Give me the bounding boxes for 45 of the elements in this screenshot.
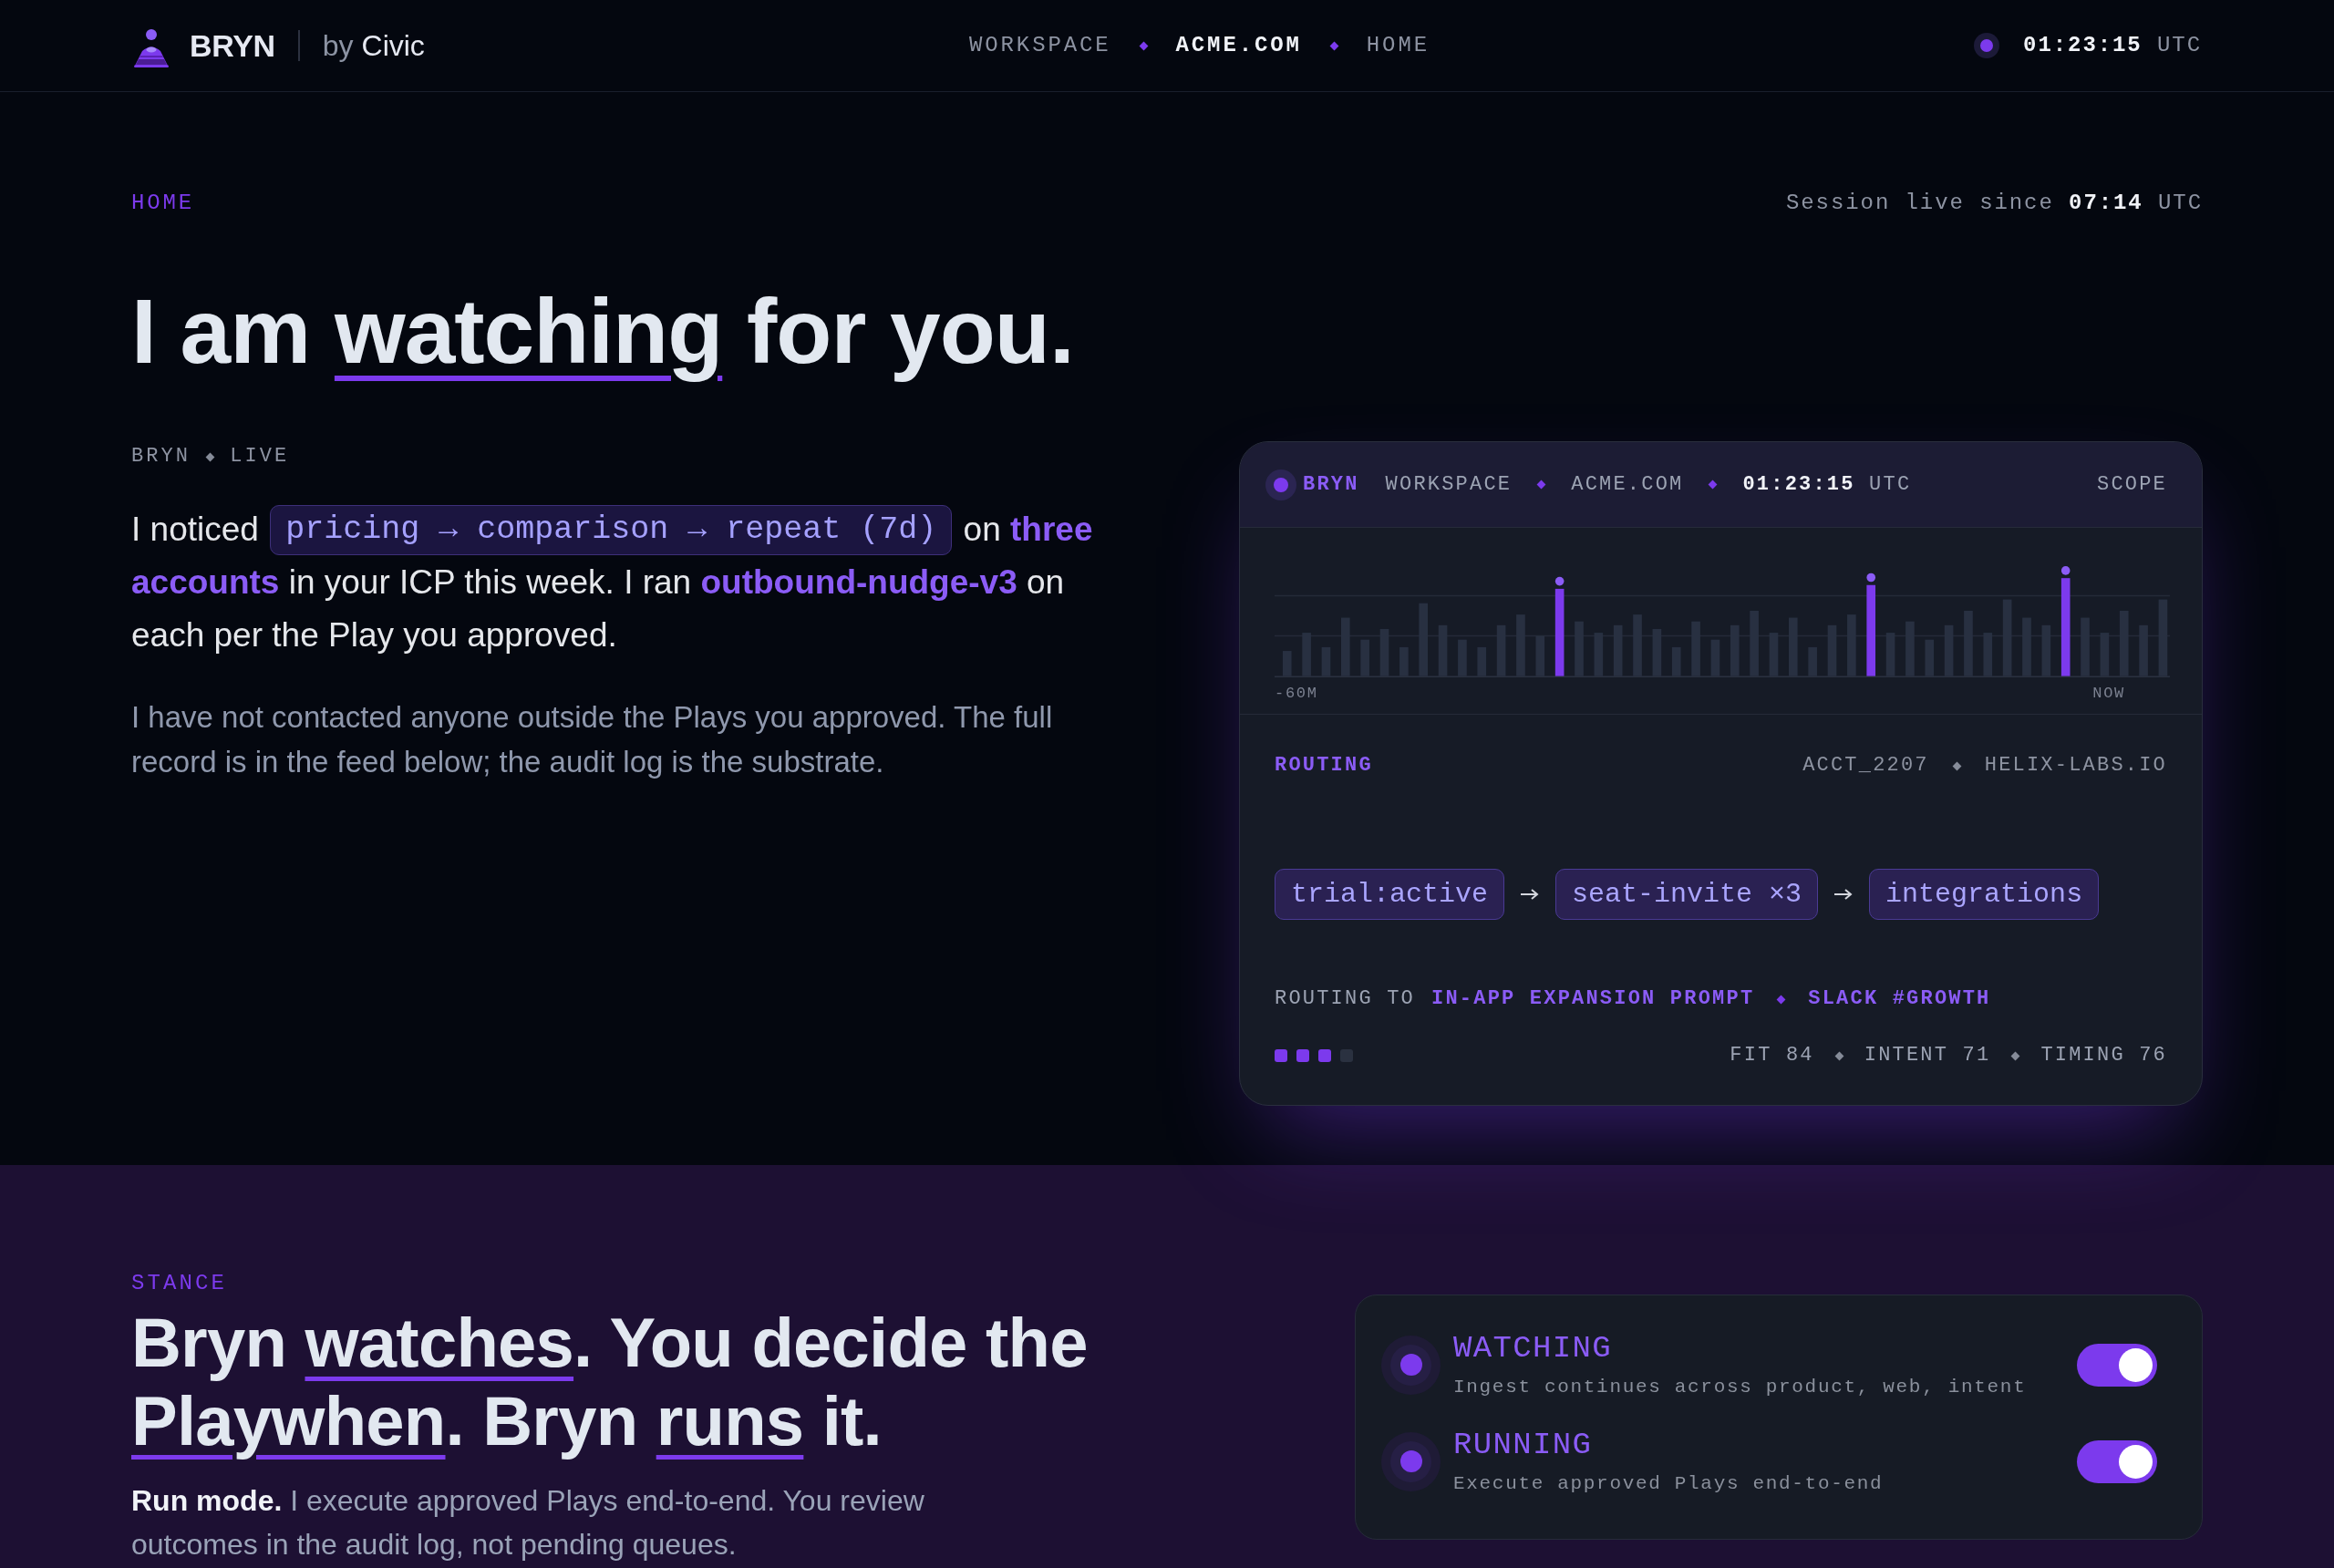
mode-title: WATCHING [1453,1330,1613,1367]
section-eyebrow: STANCE [131,1271,228,1296]
account-label: HELIX-LABS.IO [1984,754,2167,778]
brand-byline: by [322,28,354,64]
account-label: ACCT_2207 [1802,754,1929,778]
person-logo-icon [134,29,169,67]
summary-paragraph: I noticed pricing → comparison → repeat (7d) on three accounts in your ICP this week. I ran outbound-nudge-v3 on each per the Play you approved. [131,503,1125,662]
event-tag: seat-invite ×3 [1555,869,1819,920]
arrow-right-icon [1521,889,1540,900]
status-label: LIVE [230,445,290,469]
breadcrumb-link[interactable]: WORKSPACE [969,33,1111,58]
agent-name: BRYN [1303,472,1359,497]
mode-title: RUNNING [1453,1427,1593,1463]
section-title: ROUTING [1275,754,1373,778]
session-status: Session live since 07:14 UTC [1785,191,2203,216]
brand-name: BRYN [190,27,275,64]
partner-name: Civic [361,28,425,64]
stance-headline: Bryn watches. You decide the Playwhen. Bryn runs it. [131,1304,1089,1460]
score-label: INTENT 71 [1864,1044,1991,1068]
breadcrumb-link[interactable]: ACME.COM [1175,33,1302,58]
context-label: WORKSPACE [1385,472,1513,497]
score-label: FIT 84 [1730,1044,1814,1068]
note-paragraph: I have not contacted anyone outside the Plays you approved. The full record is in the feed below; the audit log is the substrate. [131,699,1054,780]
context-label: ACME.COM [1571,472,1684,497]
routing-target: SLACK #GROWTH [1808,987,1991,1011]
clock-time: 01:23:15 UTC [2023,33,2202,58]
status-label: BRYN [131,445,191,469]
mode-toggle[interactable] [2077,1343,2157,1387]
arrow-right-icon [1834,889,1854,900]
routing-label: ROUTING TO [1275,987,1416,1011]
page-eyebrow: HOME [131,191,195,216]
hero-headline: I am watching for you. [131,279,1074,384]
scope-label: SCOPE [2097,472,2167,497]
clock-time: 01:23:15 UTC [1742,472,1912,497]
breadcrumb-link[interactable]: HOME [1366,33,1430,58]
mode-description: Execute approved Plays end-to-end [1453,1472,1884,1496]
axis-label: NOW [2092,685,2125,703]
body-paragraph: Run mode. I execute approved Plays end-to-end. You review outcomes in the audit log, not pending queues. [131,1483,925,1563]
mode-description: Ingest continues across product, web, intent [1453,1376,2027,1399]
score-label: TIMING 76 [2040,1044,2167,1068]
event-tag: trial:active [1275,869,1505,920]
axis-label: -60M [1275,685,1318,703]
routing-target: IN-APP EXPANSION PROMPT [1431,987,1755,1011]
mode-toggle[interactable] [2077,1439,2157,1483]
event-tag: integrations [1869,869,2100,920]
